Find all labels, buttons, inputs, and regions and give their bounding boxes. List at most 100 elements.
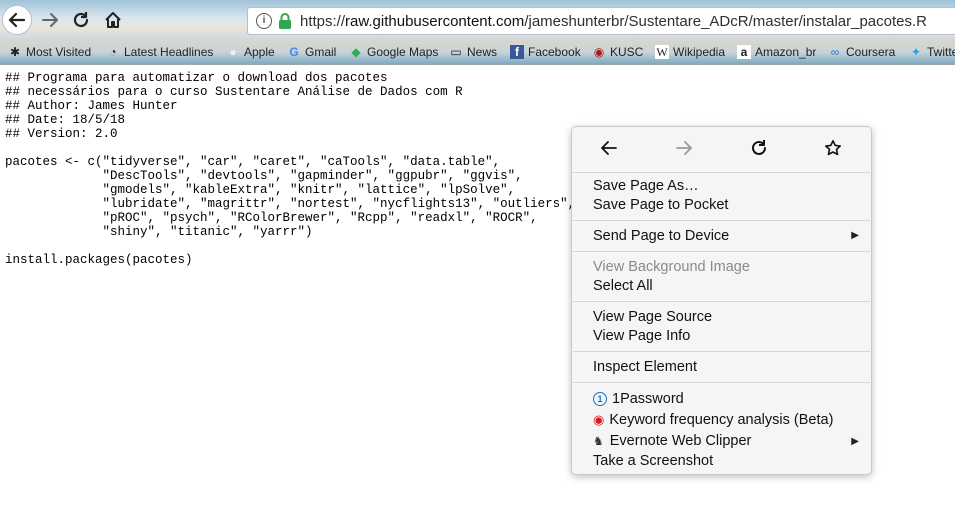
lock-icon[interactable] [278,12,292,30]
menu-save-page-as[interactable]: Save Page As… [593,176,699,196]
arrow-right-icon [676,141,692,155]
bookmark-label: Most Visited [26,45,92,59]
document-text: ## Programa para automatizar o download … [5,71,575,267]
home-icon [105,12,121,28]
apple-icon: ● [229,45,237,59]
code-line: ## Version: 2.0 [5,127,118,141]
menu-separator [573,251,870,252]
bookmarks-toolbar: ✱ Most Visited ◔ Latest Headlines ● Apple G… [0,40,955,65]
radio-icon: ◉ [593,45,605,59]
wikipedia-icon: W [655,44,669,59]
menu-separator [573,351,870,352]
bookmark-label: Facebook [528,45,581,59]
submenu-arrow-icon: ▶ [851,436,859,447]
amazon-icon: a [737,45,751,59]
context-forward-button[interactable] [666,135,702,161]
arrow-left-icon [601,141,617,155]
url-path: /jameshunterbr/Sustentare_ADcR/master/in… [524,13,927,30]
menu-label: 1Password [612,391,684,407]
back-button[interactable] [2,5,32,35]
google-icon: G [289,45,299,59]
submenu-arrow-icon: ▶ [851,230,859,241]
evernote-icon: ♞ [593,434,604,448]
menu-select-all[interactable]: Select All [593,276,653,296]
menu-separator [573,172,870,173]
menu-separator [573,220,870,221]
reload-icon [752,140,766,155]
bookmark-amazon[interactable]: a Amazon_br [737,43,816,61]
bookmark-latest-headlines[interactable]: ◔ Latest Headlines [106,43,213,61]
bookmark-facebook[interactable]: f Facebook [510,43,581,61]
code-line: ## Programa para automatizar o download … [5,71,388,85]
bookmark-label: Coursera [846,45,896,59]
reload-icon [73,12,89,28]
code-line: ## Date: 18/5/18 [5,113,126,127]
menu-view-background-image: View Background Image [593,259,750,275]
menu-take-screenshot[interactable]: Take a Screenshot [593,451,713,471]
url-host: raw.githubusercontent.com [345,13,525,30]
bookmark-twitter[interactable]: ✦ Twitter [909,43,955,61]
bookmark-kusc[interactable]: ◉ KUSC [592,43,644,61]
browser-toolbar: i https://raw.githubusercontent.com/jame… [0,0,955,40]
maps-icon: ◆ [351,45,361,59]
bookmark-label: Amazon_br [755,45,817,59]
folder-icon: ▭ [450,45,462,59]
code-line: "pROC", "psych", "RColorBrewer", "Rcpp",… [5,211,538,225]
bookmark-news[interactable]: ▭ News [449,43,497,61]
gear-icon: ✱ [9,45,21,59]
onepassword-icon: 1 [593,392,607,407]
rss-icon: ◔ [109,45,117,59]
menu-separator [573,382,870,383]
bookmark-label: Twitter [927,45,955,59]
bookmark-label: Wikipedia [673,45,726,59]
context-reload-button[interactable] [741,135,777,161]
code-line: pacotes <- c("tidyverse", "car", "caret"… [5,155,501,169]
menu-send-to-device[interactable]: Send Page to Device [593,226,729,246]
bookmark-label: KUSC [610,45,644,59]
menu-label: Keyword frequency analysis (Beta) [609,412,834,428]
bookmark-apple[interactable]: ● Apple [226,43,275,61]
bookmark-coursera[interactable]: ∞ Coursera [828,43,896,61]
menu-label: Evernote Web Clipper [609,433,752,449]
code-line: ## Author: James Hunter [5,99,178,113]
arrow-left-icon [8,12,26,28]
bookmark-label: Google Maps [367,45,439,59]
code-line: install.packages(pacotes) [5,253,193,267]
twitter-icon: ✦ [910,45,922,59]
star-icon [825,140,841,156]
code-line: ## necessários para o curso Sustentare A… [5,85,463,99]
context-bookmark-button[interactable] [815,135,851,161]
info-icon[interactable]: i [256,13,272,29]
menu-keyword-frequency[interactable]: ◉ Keyword frequency analysis (Beta) [593,410,833,430]
code-line: "DescTools", "devtools", "gapminder", "g… [5,169,523,183]
context-menu: Save Page As… Save Page to Pocket Send P… [571,126,872,475]
bookmark-gmail[interactable]: G Gmail [287,43,336,61]
url-prefix: https:// [300,13,346,30]
bookmark-label: Apple [244,45,275,59]
eye-icon: ◉ [593,412,605,427]
menu-inspect-element[interactable]: Inspect Element [593,357,697,377]
menu-separator [573,301,870,302]
code-line: "gmodels", "kableExtra", "knitr", "latti… [5,183,516,197]
bookmark-label: News [467,45,498,59]
reload-button[interactable] [67,6,95,34]
menu-view-page-info[interactable]: View Page Info [593,326,690,346]
bookmark-most-visited[interactable]: ✱ Most Visited [8,43,91,61]
code-line: "shiny", "titanic", "yarrr") [5,225,313,239]
bookmark-google-maps[interactable]: ◆ Google Maps [349,43,438,61]
menu-evernote-web-clipper[interactable]: ♞ Evernote Web Clipper [593,431,751,451]
url-text[interactable]: https://raw.githubusercontent.com/jamesh… [300,13,927,30]
menu-save-to-pocket[interactable]: Save Page to Pocket [593,195,728,215]
bookmark-wikipedia[interactable]: W Wikipedia [655,43,725,61]
home-button[interactable] [99,6,127,34]
code-line: "lubridate", "magrittr", "nortest", "nyc… [5,197,576,211]
url-bar[interactable]: i https://raw.githubusercontent.com/jame… [247,7,955,35]
bookmark-label: Latest Headlines [124,45,214,59]
forward-button[interactable] [36,6,64,34]
menu-view-page-source[interactable]: View Page Source [593,307,712,327]
facebook-icon: f [510,45,524,59]
arrow-right-icon [42,13,58,27]
coursera-icon: ∞ [830,45,840,59]
menu-1password[interactable]: 1 1Password [593,389,684,409]
context-back-button[interactable] [591,135,627,161]
